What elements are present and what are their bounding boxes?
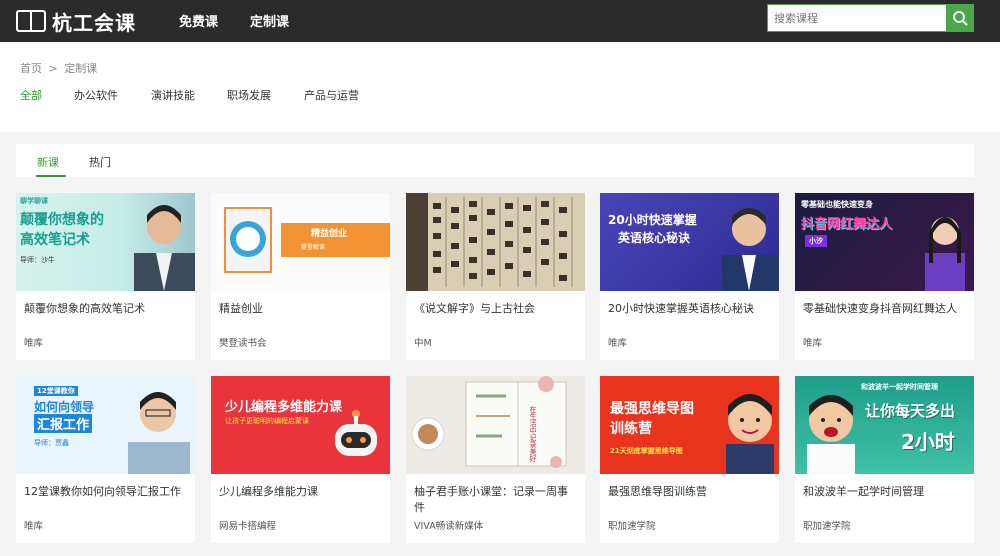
breadcrumb-home[interactable]: 首页 bbox=[20, 62, 42, 75]
course-org: 中M bbox=[414, 338, 432, 349]
breadcrumb: 首页 > 定制课 bbox=[20, 60, 97, 76]
thumb-sub: 樊登解读 bbox=[301, 244, 326, 251]
course-thumbnail: 少儿编程多维能力课 让孩子更聪明的编程启蒙课 bbox=[211, 376, 390, 474]
book-icon bbox=[16, 10, 46, 32]
course-thumbnail: 和波波羊一起学时间管理 让你每天多出 2小时 bbox=[795, 376, 974, 474]
thumb-author: 导师：沙牛 bbox=[20, 256, 55, 264]
course-org: 唯库 bbox=[24, 521, 44, 532]
thumb-line: 抖音网红舞达人 bbox=[801, 217, 893, 232]
thumb-line: 少儿编程多维能力课 bbox=[225, 400, 343, 415]
course-title: 精益创业 bbox=[219, 302, 263, 315]
course-title: 零基础快速变身抖音网红舞达人 bbox=[803, 302, 957, 315]
nav-custom-courses[interactable]: 定制课 bbox=[250, 11, 289, 30]
thumb-line: 英语核心秘诀 bbox=[618, 231, 691, 245]
thumb-line: 和波波羊一起学时间管理 bbox=[861, 383, 938, 391]
category-all[interactable]: 全部 bbox=[20, 87, 42, 103]
course-thumbnail: 12堂课教你 如何向领导 汇报工作 导师：贾鑫 bbox=[16, 376, 195, 474]
course-thumbnail: 在生活中记录美好 bbox=[406, 376, 585, 474]
instructor-portrait bbox=[722, 208, 779, 291]
course-org: 唯库 bbox=[24, 338, 44, 349]
course-org: 职加速学院 bbox=[608, 521, 656, 532]
tab-new[interactable]: 新课 bbox=[37, 154, 59, 170]
course-org: 唯库 bbox=[608, 338, 628, 349]
instructor-cartoon bbox=[726, 394, 774, 474]
category-office-software[interactable]: 办公软件 bbox=[74, 87, 118, 103]
course-card[interactable]: 和波波羊一起学时间管理 让你每天多出 2小时 和波波羊一起学时间管理 职加速学院 bbox=[795, 376, 974, 543]
category-career[interactable]: 职场发展 bbox=[227, 87, 271, 103]
course-title: 《说文解字》与上古社会 bbox=[414, 302, 535, 315]
search-input[interactable] bbox=[767, 4, 947, 32]
thumb-line: 训练营 bbox=[610, 421, 652, 437]
robot-mascot bbox=[335, 410, 377, 456]
tabs-bar: 新课 热门 bbox=[16, 144, 974, 177]
thumb-line: 最强思维导图 bbox=[610, 401, 694, 417]
thumb-line: 20小时快速掌握 bbox=[608, 213, 697, 227]
thumb-line: 12堂课教你 bbox=[34, 386, 78, 396]
thumb-author: 导师：贾鑫 bbox=[34, 439, 69, 447]
category-speech-skills[interactable]: 演讲技能 bbox=[151, 87, 195, 103]
course-title: 最强思维导图训练营 bbox=[608, 485, 707, 498]
course-card[interactable]: 20小时快速掌握 英语核心秘诀 20小时快速掌握英语核心秘诀 唯库 bbox=[600, 193, 779, 360]
thumb-tag: 小汐 bbox=[805, 235, 827, 247]
course-thumbnail: 最强思维导图 训练营 21天彻底掌握思维导图 bbox=[600, 376, 779, 474]
thumb-line: 零基础也能快速变身 bbox=[801, 200, 873, 209]
logo-text: 杭工会课 bbox=[52, 10, 136, 35]
instructor-cartoon bbox=[807, 395, 855, 474]
top-navbar: 杭工会课 免费课 定制课 bbox=[0, 0, 1000, 42]
course-card[interactable]: 《说文解字》与上古社会 中M bbox=[406, 193, 585, 360]
breadcrumb-separator: > bbox=[48, 62, 58, 75]
thumb-line: 21天彻底掌握思维导图 bbox=[610, 447, 683, 455]
search-button[interactable] bbox=[946, 4, 974, 32]
course-thumbnail bbox=[406, 193, 585, 291]
course-title: 颠覆你想象的高效笔记术 bbox=[24, 302, 145, 315]
course-card[interactable]: 12堂课教你 如何向领导 汇报工作 导师：贾鑫 12堂课教你如何向领导汇报工作 … bbox=[16, 376, 195, 543]
ancient-text-image bbox=[406, 193, 585, 291]
title-banner: 精益创业 樊登解读 bbox=[281, 223, 390, 257]
course-thumbnail: 20小时快速掌握 英语核心秘诀 bbox=[600, 193, 779, 291]
thumb-line: 精益创业 bbox=[311, 229, 348, 239]
course-card[interactable]: 精益创业 樊登解读 精益创业 樊登读书会 bbox=[211, 193, 390, 360]
thumb-line: 在生活中记录美好 bbox=[529, 406, 537, 462]
filter-panel: 首页 > 定制课 全部 办公软件 演讲技能 职场发展 产品与运营 bbox=[0, 42, 1000, 132]
instructor-portrait bbox=[128, 392, 190, 474]
course-title: 12堂课教你如何向领导汇报工作 bbox=[24, 485, 181, 498]
thumb-line: 如何向领导 bbox=[34, 400, 95, 414]
thumb-tag: 聊学聊课 bbox=[20, 197, 48, 205]
thumb-line: 让你每天多出 bbox=[865, 402, 956, 420]
active-tab-indicator bbox=[36, 175, 66, 177]
logo[interactable]: 杭工会课 bbox=[16, 7, 136, 35]
instructor-portrait bbox=[134, 205, 195, 291]
course-card[interactable]: 零基础也能快速变身 抖音网红舞达人 小汐 零基础快速变身抖音网红舞达人 唯库 bbox=[795, 193, 974, 360]
course-thumbnail: 精益创业 樊登解读 bbox=[211, 193, 390, 291]
thumb-line: 2小时 bbox=[901, 430, 955, 454]
course-thumbnail: 聊学聊课 颠覆你想象的 高效笔记术 导师：沙牛 bbox=[16, 193, 195, 291]
nav-free-courses[interactable]: 免费课 bbox=[179, 11, 218, 30]
course-thumbnail: 零基础也能快速变身 抖音网红舞达人 小汐 bbox=[795, 193, 974, 291]
course-card[interactable]: 聊学聊课 颠覆你想象的 高效笔记术 导师：沙牛 颠覆你想象的高效笔记术 唯库 bbox=[16, 193, 195, 360]
course-org: 职加速学院 bbox=[803, 521, 851, 532]
thumb-line: 让孩子更聪明的编程启蒙课 bbox=[225, 417, 309, 425]
breadcrumb-current: 定制课 bbox=[64, 62, 98, 75]
dancer-portrait bbox=[925, 217, 965, 291]
course-title: 柚子君手账小课堂：记录一周事件 bbox=[414, 485, 568, 514]
tab-popular[interactable]: 热门 bbox=[89, 154, 111, 170]
search-icon bbox=[953, 11, 968, 26]
course-card[interactable]: 在生活中记录美好 柚子君手账小课堂：记录一周事件 VIVA畅读新媒体 bbox=[406, 376, 585, 543]
course-org: VIVA畅读新媒体 bbox=[414, 521, 484, 532]
course-card[interactable]: 少儿编程多维能力课 让孩子更聪明的编程启蒙课 少儿编程多维能力课 网易卡搭编程 bbox=[211, 376, 390, 543]
course-title: 少儿编程多维能力课 bbox=[219, 485, 318, 498]
category-product-ops[interactable]: 产品与运营 bbox=[304, 87, 359, 103]
thumb-line: 汇报工作 bbox=[34, 414, 93, 433]
course-org: 唯库 bbox=[803, 338, 823, 349]
course-title: 20小时快速掌握英语核心秘诀 bbox=[608, 302, 754, 315]
course-org: 樊登读书会 bbox=[219, 338, 267, 349]
thumb-line: 高效笔记术 bbox=[20, 232, 90, 248]
course-org: 网易卡搭编程 bbox=[219, 521, 277, 532]
book-cover-graphic bbox=[224, 207, 272, 273]
journal-photo bbox=[411, 376, 567, 468]
course-title: 和波波羊一起学时间管理 bbox=[803, 485, 924, 498]
thumb-line: 颠覆你想象的 bbox=[20, 212, 104, 228]
course-card[interactable]: 最强思维导图 训练营 21天彻底掌握思维导图 最强思维导图训练营 职加速学院 bbox=[600, 376, 779, 543]
